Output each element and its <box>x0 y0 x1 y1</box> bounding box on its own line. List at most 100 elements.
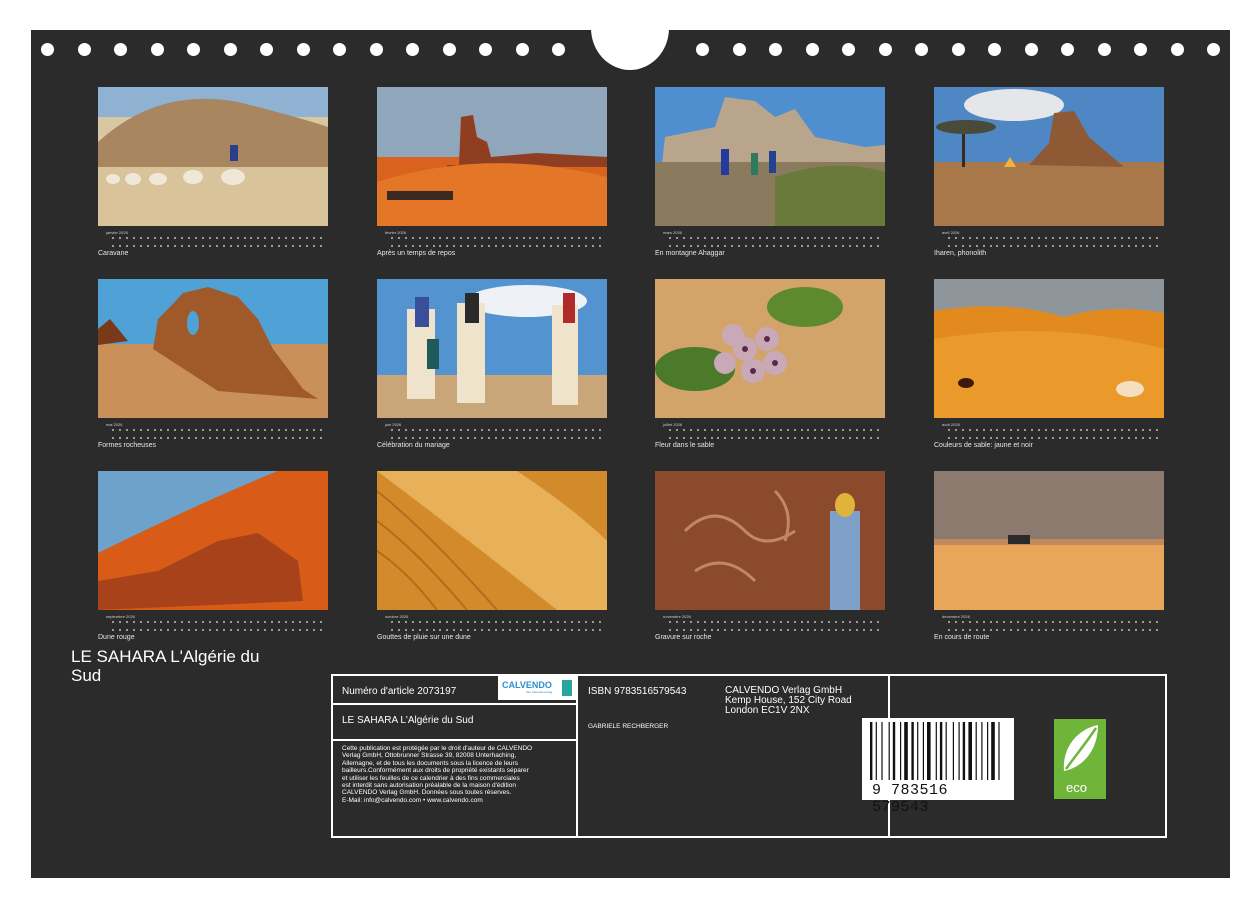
weekday-mark <box>1072 237 1075 239</box>
calendar-day-mark <box>411 620 414 631</box>
calendar-day-mark <box>404 428 407 439</box>
photo-caption: Couleurs de sable: jaune et noir <box>934 442 1033 449</box>
calendar-day-mark <box>598 620 601 631</box>
day-number-mark <box>1093 437 1096 439</box>
binding-hole <box>442 43 456 56</box>
day-number-mark <box>264 437 267 439</box>
day-number-mark <box>1155 629 1158 631</box>
weekday-mark <box>522 429 525 431</box>
barcode-bar <box>945 722 947 780</box>
calendar-day-mark <box>682 236 685 247</box>
day-number-mark <box>536 245 539 247</box>
calendar-day-mark <box>996 428 999 439</box>
binding-hole <box>1061 43 1074 56</box>
day-number-mark <box>758 437 761 439</box>
calendar-day-mark <box>869 428 872 439</box>
day-number-mark <box>439 437 442 439</box>
weekday-mark <box>710 621 713 623</box>
day-number-mark <box>814 629 817 631</box>
binding-hole <box>41 43 54 56</box>
eco-badge: eco <box>1054 719 1106 799</box>
weekday-mark <box>167 429 170 431</box>
day-number-mark <box>1127 437 1130 439</box>
day-number-mark <box>961 245 964 247</box>
weekday-mark <box>1079 621 1082 623</box>
calendar-day-mark <box>146 620 149 631</box>
weekday-mark <box>570 621 573 623</box>
calendar-day-mark <box>848 236 851 247</box>
day-number-mark <box>752 245 755 247</box>
day-number-mark <box>250 437 253 439</box>
month-8: août 2026 Couleurs de sable: jaune et noi… <box>934 279 1164 454</box>
calendar-day-mark <box>570 620 573 631</box>
weekday-mark <box>494 237 497 239</box>
weekday-mark <box>298 429 301 431</box>
weekday-mark <box>1141 429 1144 431</box>
calendar-day-mark <box>201 620 204 631</box>
calendar-day-mark <box>584 236 587 247</box>
calendar-day-mark <box>494 236 497 247</box>
calendar-day-mark <box>786 620 789 631</box>
day-number-mark <box>432 629 435 631</box>
weekday-mark <box>453 621 456 623</box>
weekday-mark <box>745 621 748 623</box>
calendar-day-mark <box>1051 428 1054 439</box>
weekday-mark <box>731 237 734 239</box>
weekday-mark <box>598 237 601 239</box>
calendar-day-mark <box>954 620 957 631</box>
day-number-mark <box>550 629 553 631</box>
calendar-day-mark <box>557 428 560 439</box>
day-number-mark <box>848 437 851 439</box>
day-number-mark <box>765 437 768 439</box>
weekday-mark <box>689 237 692 239</box>
calendar-day-mark <box>724 236 727 247</box>
calendar-day-mark <box>793 428 796 439</box>
calendar-day-mark <box>229 236 232 247</box>
calendar-day-mark <box>195 620 198 631</box>
weekday-mark <box>439 429 442 431</box>
calendar-day-mark <box>543 620 546 631</box>
calendar-day-mark <box>132 236 135 247</box>
day-number-mark <box>118 245 121 247</box>
calendar-day-mark <box>522 236 525 247</box>
calendar-day-mark <box>1017 620 1020 631</box>
calendar-day-mark <box>675 620 678 631</box>
weekday-mark <box>515 621 518 623</box>
weekday-mark <box>201 429 204 431</box>
weekday-mark <box>1121 429 1124 431</box>
weekday-mark <box>1058 429 1061 431</box>
weekday-mark <box>869 621 872 623</box>
weekday-mark <box>1086 429 1089 431</box>
calendar-day-mark <box>1065 236 1068 247</box>
month-name: août 2026 <box>942 422 960 427</box>
day-number-mark <box>807 245 810 247</box>
weekday-mark <box>305 429 308 431</box>
day-number-mark <box>570 437 573 439</box>
weekday-mark <box>285 429 288 431</box>
day-number-mark <box>876 245 879 247</box>
calendar-day-mark <box>446 428 449 439</box>
day-number-mark <box>285 437 288 439</box>
calendar-day-mark <box>278 428 281 439</box>
calendar-day-mark <box>1148 428 1151 439</box>
day-number-mark <box>1072 245 1075 247</box>
day-number-mark <box>229 245 232 247</box>
day-number-mark <box>236 245 239 247</box>
weekday-mark <box>195 621 198 623</box>
calendar-day-mark <box>153 236 156 247</box>
day-number-mark <box>195 437 198 439</box>
day-number-mark <box>446 245 449 247</box>
calendar-day-mark <box>989 428 992 439</box>
weekday-mark <box>132 429 135 431</box>
day-number-mark <box>584 245 587 247</box>
weekday-mark <box>411 237 414 239</box>
weekday-mark <box>1058 621 1061 623</box>
calendar-day-mark <box>948 620 950 631</box>
day-number-mark <box>807 437 810 439</box>
day-number-mark <box>298 437 301 439</box>
day-number-mark <box>418 629 421 631</box>
weekday-mark <box>529 621 532 623</box>
day-number-mark <box>474 629 477 631</box>
day-number-mark <box>717 629 720 631</box>
day-number-mark <box>1017 437 1020 439</box>
